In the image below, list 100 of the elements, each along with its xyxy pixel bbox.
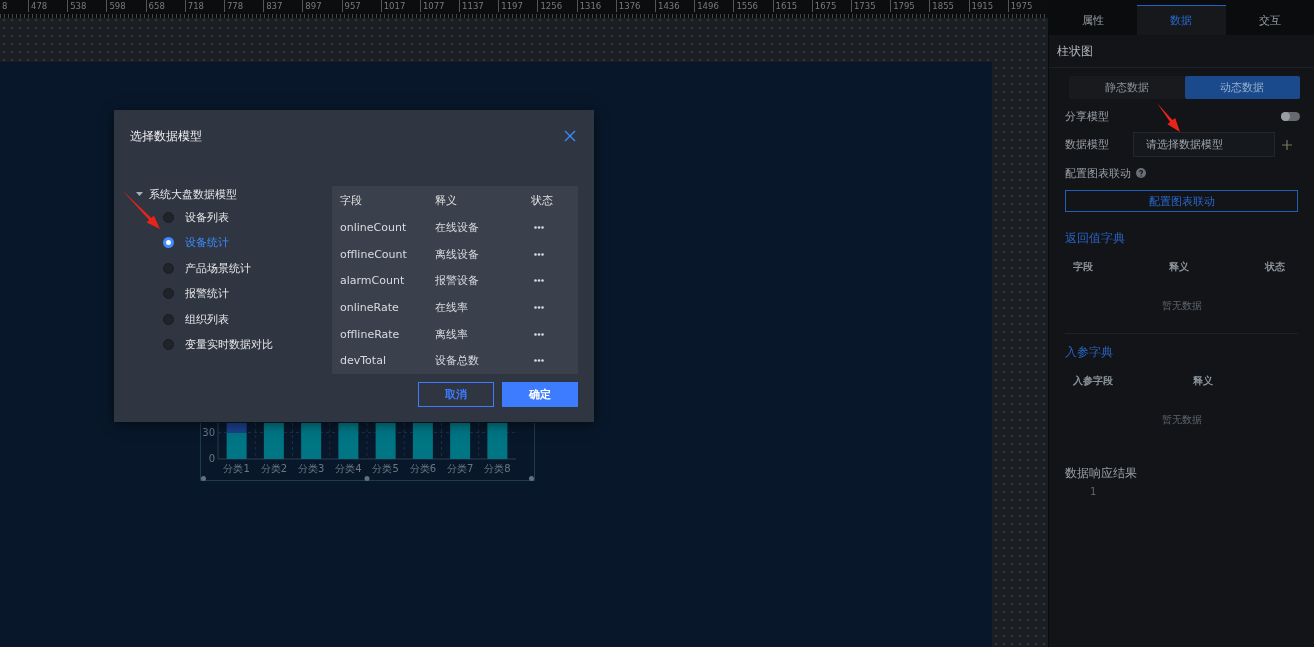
- table-cell-text: offlineCount: [340, 247, 408, 261]
- radio-button[interactable]: [163, 237, 174, 248]
- column-header: 字段: [340, 192, 363, 208]
- ruler-label: 1795: [890, 0, 930, 12]
- bar: [263, 423, 284, 459]
- panel-tab[interactable]: 交互: [1225, 5, 1314, 35]
- more-icon: [534, 279, 544, 283]
- radio-button[interactable]: [163, 339, 174, 350]
- ruler-label: 1137: [459, 0, 499, 12]
- radio-button[interactable]: [163, 262, 174, 274]
- panel-tab[interactable]: 数据: [1137, 5, 1226, 35]
- ruler-label: 897: [302, 0, 342, 12]
- field-label: 数据模型: [1065, 137, 1109, 152]
- ruler-label: 778: [223, 0, 264, 12]
- bar: [487, 423, 508, 459]
- ruler-label: 538: [67, 0, 107, 12]
- category-label: 分类8: [484, 463, 511, 474]
- ruler-label: 8: [1, 0, 9, 12]
- column-header: 释义: [1193, 374, 1213, 388]
- more-icon: [534, 359, 544, 363]
- line-number: 1: [1089, 486, 1098, 497]
- table-cell-text: onlineCount: [340, 220, 408, 234]
- bar: [412, 423, 433, 459]
- category-label: 分类1: [223, 463, 250, 474]
- ruler-label: 1077: [419, 0, 460, 12]
- ruler-label: 1496: [694, 0, 734, 12]
- panel-title: 柱状图: [1049, 35, 1314, 68]
- column-header: 释义: [435, 192, 458, 208]
- data-source-tab[interactable]: 动态数据: [1184, 76, 1300, 99]
- bar: [338, 423, 359, 459]
- ruler-label: 1675: [811, 0, 851, 12]
- data-model-select[interactable]: 请选择数据模型: [1133, 132, 1275, 157]
- selection-handle: [364, 476, 370, 481]
- close-icon: [564, 130, 576, 142]
- ruler-label: 1855: [929, 0, 969, 12]
- category-label: 分类7: [446, 463, 474, 474]
- selection-handle: [201, 476, 206, 481]
- chart-linkage-button[interactable]: 配置图表联动: [1065, 190, 1298, 212]
- ruler-label: 957: [341, 0, 381, 12]
- table-cell-text: devTotal: [340, 354, 387, 368]
- close-button[interactable]: [564, 130, 576, 142]
- radio-label[interactable]: 报警统计: [185, 286, 229, 301]
- ruler-label: 1197: [498, 0, 538, 12]
- column-header: 状态: [531, 192, 554, 208]
- ruler-label: 1316: [576, 0, 616, 12]
- cancel-button[interactable]: 取消: [418, 382, 494, 407]
- radio-button[interactable]: [163, 313, 174, 325]
- radio-button[interactable]: [163, 211, 174, 223]
- ruler-label: 1615: [772, 0, 812, 12]
- section-heading: 数据响应结果: [1065, 465, 1138, 482]
- category-label: 分类6: [409, 463, 437, 474]
- bar: [375, 423, 396, 459]
- column-header: 状态: [1265, 260, 1285, 274]
- radio-label[interactable]: 变量实时数据对比: [185, 337, 273, 352]
- table-cell-text: 报警设备: [435, 273, 480, 289]
- data-source-tab[interactable]: 静态数据: [1069, 76, 1185, 99]
- ruler-label: 598: [106, 0, 146, 12]
- ruler-label: 1376: [615, 0, 655, 12]
- category-label: 分类3: [297, 463, 325, 474]
- help-icon: [1136, 168, 1146, 178]
- confirm-button[interactable]: 确定: [502, 382, 578, 407]
- table-cell-text: 离线率: [435, 326, 469, 342]
- ruler-label: 837: [263, 0, 303, 12]
- plus-icon: [1282, 139, 1292, 150]
- bar: [226, 423, 247, 459]
- tree-node-label: 系统大盘数据模型: [149, 186, 237, 202]
- category-label: 分类5: [372, 463, 399, 474]
- radio-button[interactable]: [163, 288, 174, 299]
- bar-chart-widget[interactable]: 30 0 分类1 分类2 分类3 分类4 分类5 分类6 分类7 分类8: [200, 423, 535, 481]
- empty-state-text: 暂无数据: [1160, 299, 1203, 313]
- bar: [450, 423, 471, 459]
- more-icon: [534, 252, 544, 256]
- column-header: 释义: [1169, 260, 1190, 274]
- ruler-label: 1256: [537, 0, 577, 12]
- section-heading: 入参字典: [1065, 344, 1114, 361]
- share-model-toggle[interactable]: [1281, 111, 1300, 121]
- table-cell-text: 在线率: [435, 299, 469, 315]
- radio-label[interactable]: 设备统计: [185, 235, 229, 250]
- table-cell-text: 设备总数: [435, 353, 480, 369]
- column-header: 字段: [1073, 260, 1094, 274]
- dialog-title: 选择数据模型: [130, 127, 202, 145]
- category-label: 分类2: [260, 463, 288, 474]
- more-icon: [534, 332, 544, 336]
- table-cell-text: 在线设备: [435, 219, 480, 235]
- ruler-label: 658: [145, 0, 185, 12]
- table-cell-text: onlineRate: [340, 300, 400, 314]
- radio-label[interactable]: 组织列表: [185, 311, 229, 327]
- ruler-label: 1735: [850, 0, 891, 12]
- bar: [301, 423, 322, 459]
- radio-label[interactable]: 设备列表: [185, 209, 229, 225]
- more-icon: [534, 305, 544, 309]
- axis-tick-label: 30: [202, 427, 215, 438]
- ruler-label: 1915: [968, 0, 1008, 12]
- selection-handle: [529, 476, 534, 481]
- panel-tab[interactable]: 属性: [1049, 5, 1138, 35]
- field-label: 分享模型: [1065, 108, 1109, 124]
- ruler-label: 1436: [655, 0, 695, 12]
- column-header: 入参字段: [1073, 374, 1114, 388]
- radio-label[interactable]: 产品场景统计: [185, 260, 251, 276]
- ruler-label: 1017: [380, 0, 420, 12]
